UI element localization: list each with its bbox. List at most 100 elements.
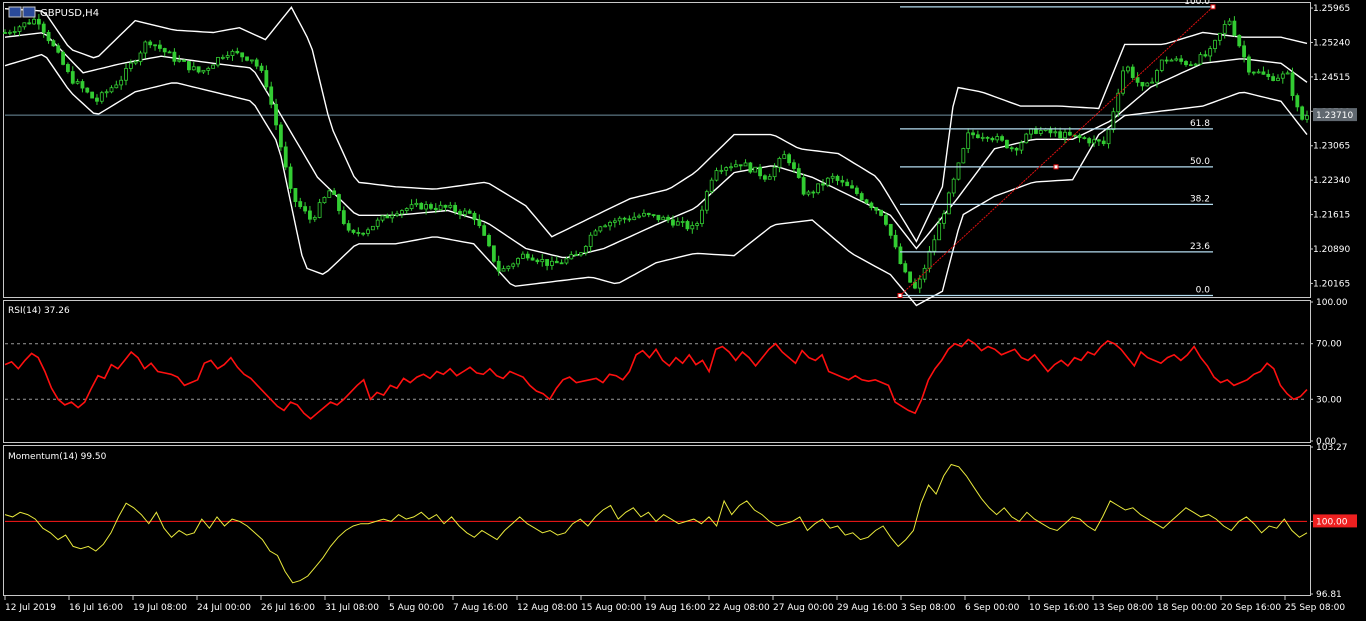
candle-body [1251,71,1256,74]
candle-body [884,215,888,225]
candle-body [975,134,980,139]
candle-body [41,23,46,33]
rsi-title: RSI(14) 37.26 [8,306,70,316]
candle-body [1159,59,1164,71]
rsi-axis-label: 70.00 [1316,340,1342,350]
time-axis-label: 24 Jul 00:00 [197,603,251,613]
candle-body [501,268,506,272]
candle-body [656,214,661,221]
candle-body [1256,71,1261,74]
candle-body [206,67,211,71]
candle-body [1155,70,1159,83]
candle-body [1106,129,1111,145]
candle-body [278,124,283,148]
candle-body [1247,56,1251,73]
candle-body [588,234,593,247]
candle-body [361,232,366,235]
candle-body [332,190,337,195]
time-axis-label: 25 Sep 08:00 [1285,603,1345,613]
candle-body [1145,82,1150,87]
candle-body [85,87,90,93]
candle-body [496,260,501,272]
candle-body [961,148,966,164]
fibo-anchor-mid[interactable] [1053,164,1059,170]
candle-body [1077,134,1082,138]
candle-body [477,219,482,227]
candle-body [985,136,990,139]
candle-body [1179,58,1184,62]
candle-body [375,219,380,227]
candle-body [806,191,811,195]
candle-body [138,52,143,62]
candle-body [75,81,80,84]
candle-body [574,254,579,257]
candle-body [317,202,322,218]
candle-body [724,167,729,171]
candle-body [1058,131,1063,139]
candle-body [80,81,85,89]
candle-body [719,169,724,172]
candle-body [409,204,414,209]
candle-body [1150,81,1155,84]
candle-body [245,56,249,61]
momentum-title: Momentum(14) 99.50 [8,452,107,462]
candle-body [191,66,196,71]
candle-body [787,154,792,164]
candle-body [637,215,641,218]
candle-body [835,175,840,181]
candle-body [128,62,133,69]
candle-body [1184,61,1188,66]
candle-body [627,218,632,221]
momentum-axis-label: 103.27 [1316,443,1348,453]
fibo-anchor-start[interactable] [897,293,903,299]
candle-body [153,44,157,47]
candle-body [259,65,264,71]
candle-body [545,259,549,266]
candle-body [1305,115,1309,120]
candle-body [908,271,913,283]
candle-body [554,260,559,264]
candle-body [1096,139,1101,142]
candle-body [927,250,932,269]
fibo-anchor-end[interactable] [1210,4,1216,10]
candle-body [1271,76,1276,81]
candle-body [99,92,104,102]
price-axis-label: 1.22340 [1313,176,1350,186]
candle-body [1174,58,1179,61]
candle-body [312,217,317,220]
candle-body [1208,48,1213,57]
candle-body [143,41,148,54]
candle-body [177,59,182,62]
trading-chart-window[interactable]: 1.259651.252401.245151.237901.230651.223… [0,0,1366,617]
candle-body [1067,131,1072,136]
candle-body [1116,92,1121,113]
candle-body [898,246,903,265]
candle-body [95,97,99,102]
candle-body [690,225,695,230]
candle-body [322,196,327,204]
candle-body [56,45,61,53]
candle-body [1300,106,1305,120]
candle-body [487,234,491,247]
candle-body [830,175,835,179]
candle-body [264,70,269,88]
price-axis-label: 1.25240 [1313,38,1350,48]
candle-body [1135,77,1140,83]
candle-body [922,267,927,280]
candle-body [182,59,186,62]
candle-body [162,48,167,53]
candle-body [709,179,714,193]
candle-body [114,84,119,89]
chart-canvas[interactable]: 1.259651.252401.245151.237901.230651.223… [0,0,1366,617]
candle-body [758,166,762,177]
candle-body [550,260,554,266]
candle-body [46,31,51,42]
time-axis-label: 7 Aug 16:00 [453,603,508,613]
candle-body [869,202,874,208]
candle-body [269,86,274,105]
candle-body [511,263,516,267]
price-axis-label: 1.20890 [1313,245,1350,255]
candle-body [385,215,390,219]
candle-body [641,212,646,217]
candle-body [1232,20,1237,36]
